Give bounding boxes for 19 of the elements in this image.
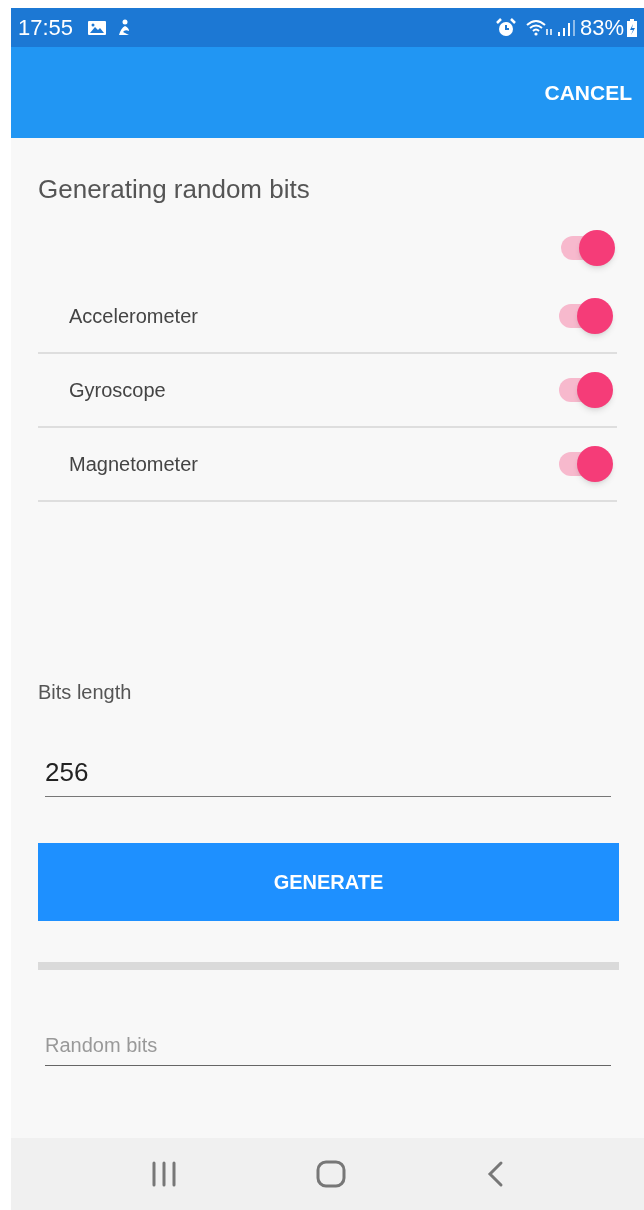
alarm-icon [494,17,517,38]
page-title: Generating random bits [38,173,311,204]
battery-level: 83% [579,14,624,42]
sensor-label: Magnetometer [69,452,198,477]
signal-icon [556,18,577,37]
cancel-button[interactable]: CANCEL [534,68,642,117]
sensor-label: Accelerometer [69,304,198,329]
field-label: Bits length [38,680,133,705]
random-bits-field[interactable]: Random bits [45,1026,611,1066]
home-icon[interactable] [316,1160,347,1188]
wifi-icon [524,17,555,38]
sensor-label: Gyroscope [69,378,166,403]
recent-apps-icon[interactable] [150,1161,179,1187]
bits-length-field[interactable]: 256 [45,753,611,797]
battery-icon [626,17,638,38]
image-icon [87,19,108,36]
person-icon [117,18,132,37]
clock: 17:55 [18,14,74,42]
generate-button[interactable]: GENERATE [38,843,619,921]
